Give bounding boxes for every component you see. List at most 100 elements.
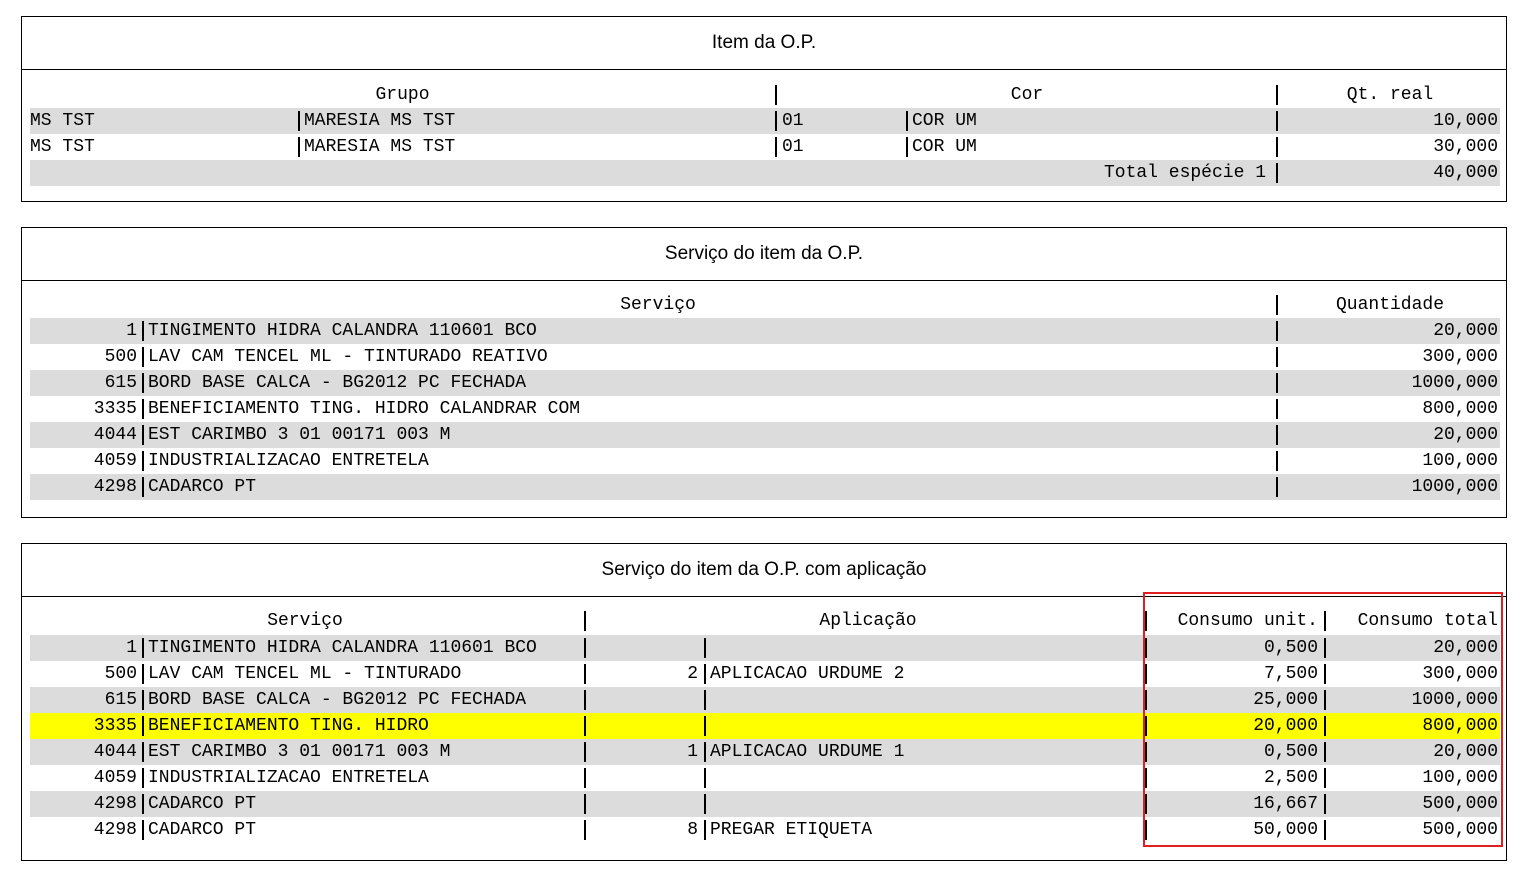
divider [1276, 399, 1278, 419]
total-label: Total espécie 1 [1103, 163, 1266, 183]
aplicacao-code: 1 [687, 742, 698, 762]
divider [142, 425, 144, 445]
servico-desc: BORD BASE CALCA - BG2012 PC FECHADA [148, 373, 527, 393]
total-row: Total espécie 1 40,000 [30, 160, 1500, 186]
servico-desc: EST CARIMBO 3 01 00171 003 M [148, 742, 451, 762]
grupo-desc: MARESIA MS TST [304, 111, 456, 131]
header-servico: Serviço [267, 611, 343, 631]
aplicacao-desc [710, 713, 1140, 739]
servico-item-title: Serviço do item da O.P. [22, 228, 1506, 281]
divider [584, 820, 586, 840]
item-op-panel: Item da O.P. Grupo Cor Qt. real MS TST M… [21, 16, 1507, 202]
divider [1276, 163, 1278, 183]
divider [142, 638, 144, 658]
servico-desc: CADARCO PT [148, 477, 257, 497]
divider [142, 373, 144, 393]
divider [584, 716, 586, 736]
qt-real-value: 30,000 [1433, 137, 1498, 157]
servico-code: 4298 [93, 477, 137, 497]
divider [142, 794, 144, 814]
aplicacao-code [588, 765, 698, 791]
divider [1276, 477, 1278, 497]
qt-real-value: 10,000 [1433, 111, 1498, 131]
divider [142, 664, 144, 684]
header-servico: Serviço [620, 295, 696, 315]
aplicacao-code [588, 687, 698, 713]
divider [906, 137, 908, 157]
table-row[interactable]: 500 LAV CAM TENCEL ML - TINTURADO REATIVO… [30, 344, 1500, 370]
cor-desc: COR UM [912, 137, 977, 157]
cor-code: 01 [782, 111, 804, 131]
grupo-code: MS TST [30, 111, 95, 131]
divider [584, 742, 586, 762]
servico-code: 4059 [93, 768, 137, 788]
header-aplicacao: Aplicação [819, 611, 917, 631]
quantidade-value: 20,000 [1433, 425, 1498, 445]
quantidade-value: 1000,000 [1411, 477, 1498, 497]
aplicacao-desc: APLICACAO URDUME 2 [710, 664, 905, 684]
servico-code: 4298 [93, 794, 137, 814]
item-op-title: Item da O.P. [22, 17, 1506, 70]
table-row[interactable]: 4059 INDUSTRIALIZACAO ENTRETELA 100,000 [30, 448, 1500, 474]
header-cor: Cor [1010, 85, 1044, 105]
divider [142, 690, 144, 710]
servico-item-panel: Serviço do item da O.P. Serviço Quantida… [21, 227, 1507, 518]
servico-code: 1 [126, 321, 137, 341]
quantidade-value: 800,000 [1422, 399, 1498, 419]
divider [142, 477, 144, 497]
divider [298, 137, 300, 157]
aplicacao-desc [710, 765, 1140, 791]
aplicacao-desc: APLICACAO URDUME 1 [710, 742, 905, 762]
total-value: 40,000 [1433, 163, 1498, 183]
servico-code: 3335 [93, 399, 137, 419]
table-row[interactable]: 4044 EST CARIMBO 3 01 00171 003 M 20,000 [30, 422, 1500, 448]
table-row[interactable]: 615 BORD BASE CALCA - BG2012 PC FECHADA 10… [30, 370, 1500, 396]
servico-code: 4059 [93, 451, 137, 471]
servico-desc: BENEFICIAMENTO TING. HIDRO [148, 716, 429, 736]
servico-code: 615 [104, 690, 137, 710]
servico-desc: CADARCO PT [148, 794, 257, 814]
servico-desc: CADARCO PT [148, 820, 257, 840]
servico-code: 500 [104, 347, 137, 367]
table-row[interactable]: MS TST MARESIA MS TST 01 COR UM 30,000 [30, 134, 1500, 160]
servico-header-row: Serviço Quantidade [30, 292, 1500, 318]
divider [142, 321, 144, 341]
servico-desc: INDUSTRIALIZACAO ENTRETELA [148, 768, 429, 788]
divider [704, 664, 706, 684]
quantidade-value: 300,000 [1422, 347, 1498, 367]
aplicacao-code: 8 [687, 820, 698, 840]
servico-desc: TINGIMENTO HIDRA CALANDRA 110601 BCO [148, 638, 537, 658]
aplicacao-code: 2 [687, 664, 698, 684]
table-row[interactable]: 3335 BENEFICIAMENTO TING. HIDRO CALANDRAR… [30, 396, 1500, 422]
divider [142, 451, 144, 471]
divider [775, 111, 777, 131]
servico-desc: BENEFICIAMENTO TING. HIDRO CALANDRAR COM [148, 399, 581, 419]
aplicacao-desc [710, 791, 1140, 817]
table-row[interactable]: MS TST MARESIA MS TST 01 COR UM 10,000 [30, 108, 1500, 134]
grupo-code: MS TST [30, 137, 95, 157]
divider [142, 742, 144, 762]
servico-desc: BORD BASE CALCA - BG2012 PC FECHADA [148, 690, 527, 710]
grupo-desc: MARESIA MS TST [304, 137, 456, 157]
divider [584, 690, 586, 710]
servico-code: 3335 [93, 716, 137, 736]
servico-aplicacao-title: Serviço do item da O.P. com aplicação [22, 544, 1506, 597]
servico-code: 4044 [93, 425, 137, 445]
divider [775, 137, 777, 157]
divider [1276, 425, 1278, 445]
cor-desc: COR UM [912, 111, 977, 131]
divider [1276, 137, 1278, 157]
quantidade-value: 1000,000 [1411, 373, 1498, 393]
divider [704, 794, 706, 814]
divider [1276, 373, 1278, 393]
divider [142, 768, 144, 788]
aplicacao-code [588, 713, 698, 739]
servico-desc: INDUSTRIALIZACAO ENTRETELA [148, 451, 429, 471]
divider [704, 716, 706, 736]
table-row[interactable]: 4298 CADARCO PT 1000,000 [30, 474, 1500, 500]
divider [704, 742, 706, 762]
item-op-header-row: Grupo Cor Qt. real [30, 82, 1500, 108]
divider [1276, 347, 1278, 367]
divider [142, 399, 144, 419]
table-row[interactable]: 1 TINGIMENTO HIDRA CALANDRA 110601 BCO 20,… [30, 318, 1500, 344]
